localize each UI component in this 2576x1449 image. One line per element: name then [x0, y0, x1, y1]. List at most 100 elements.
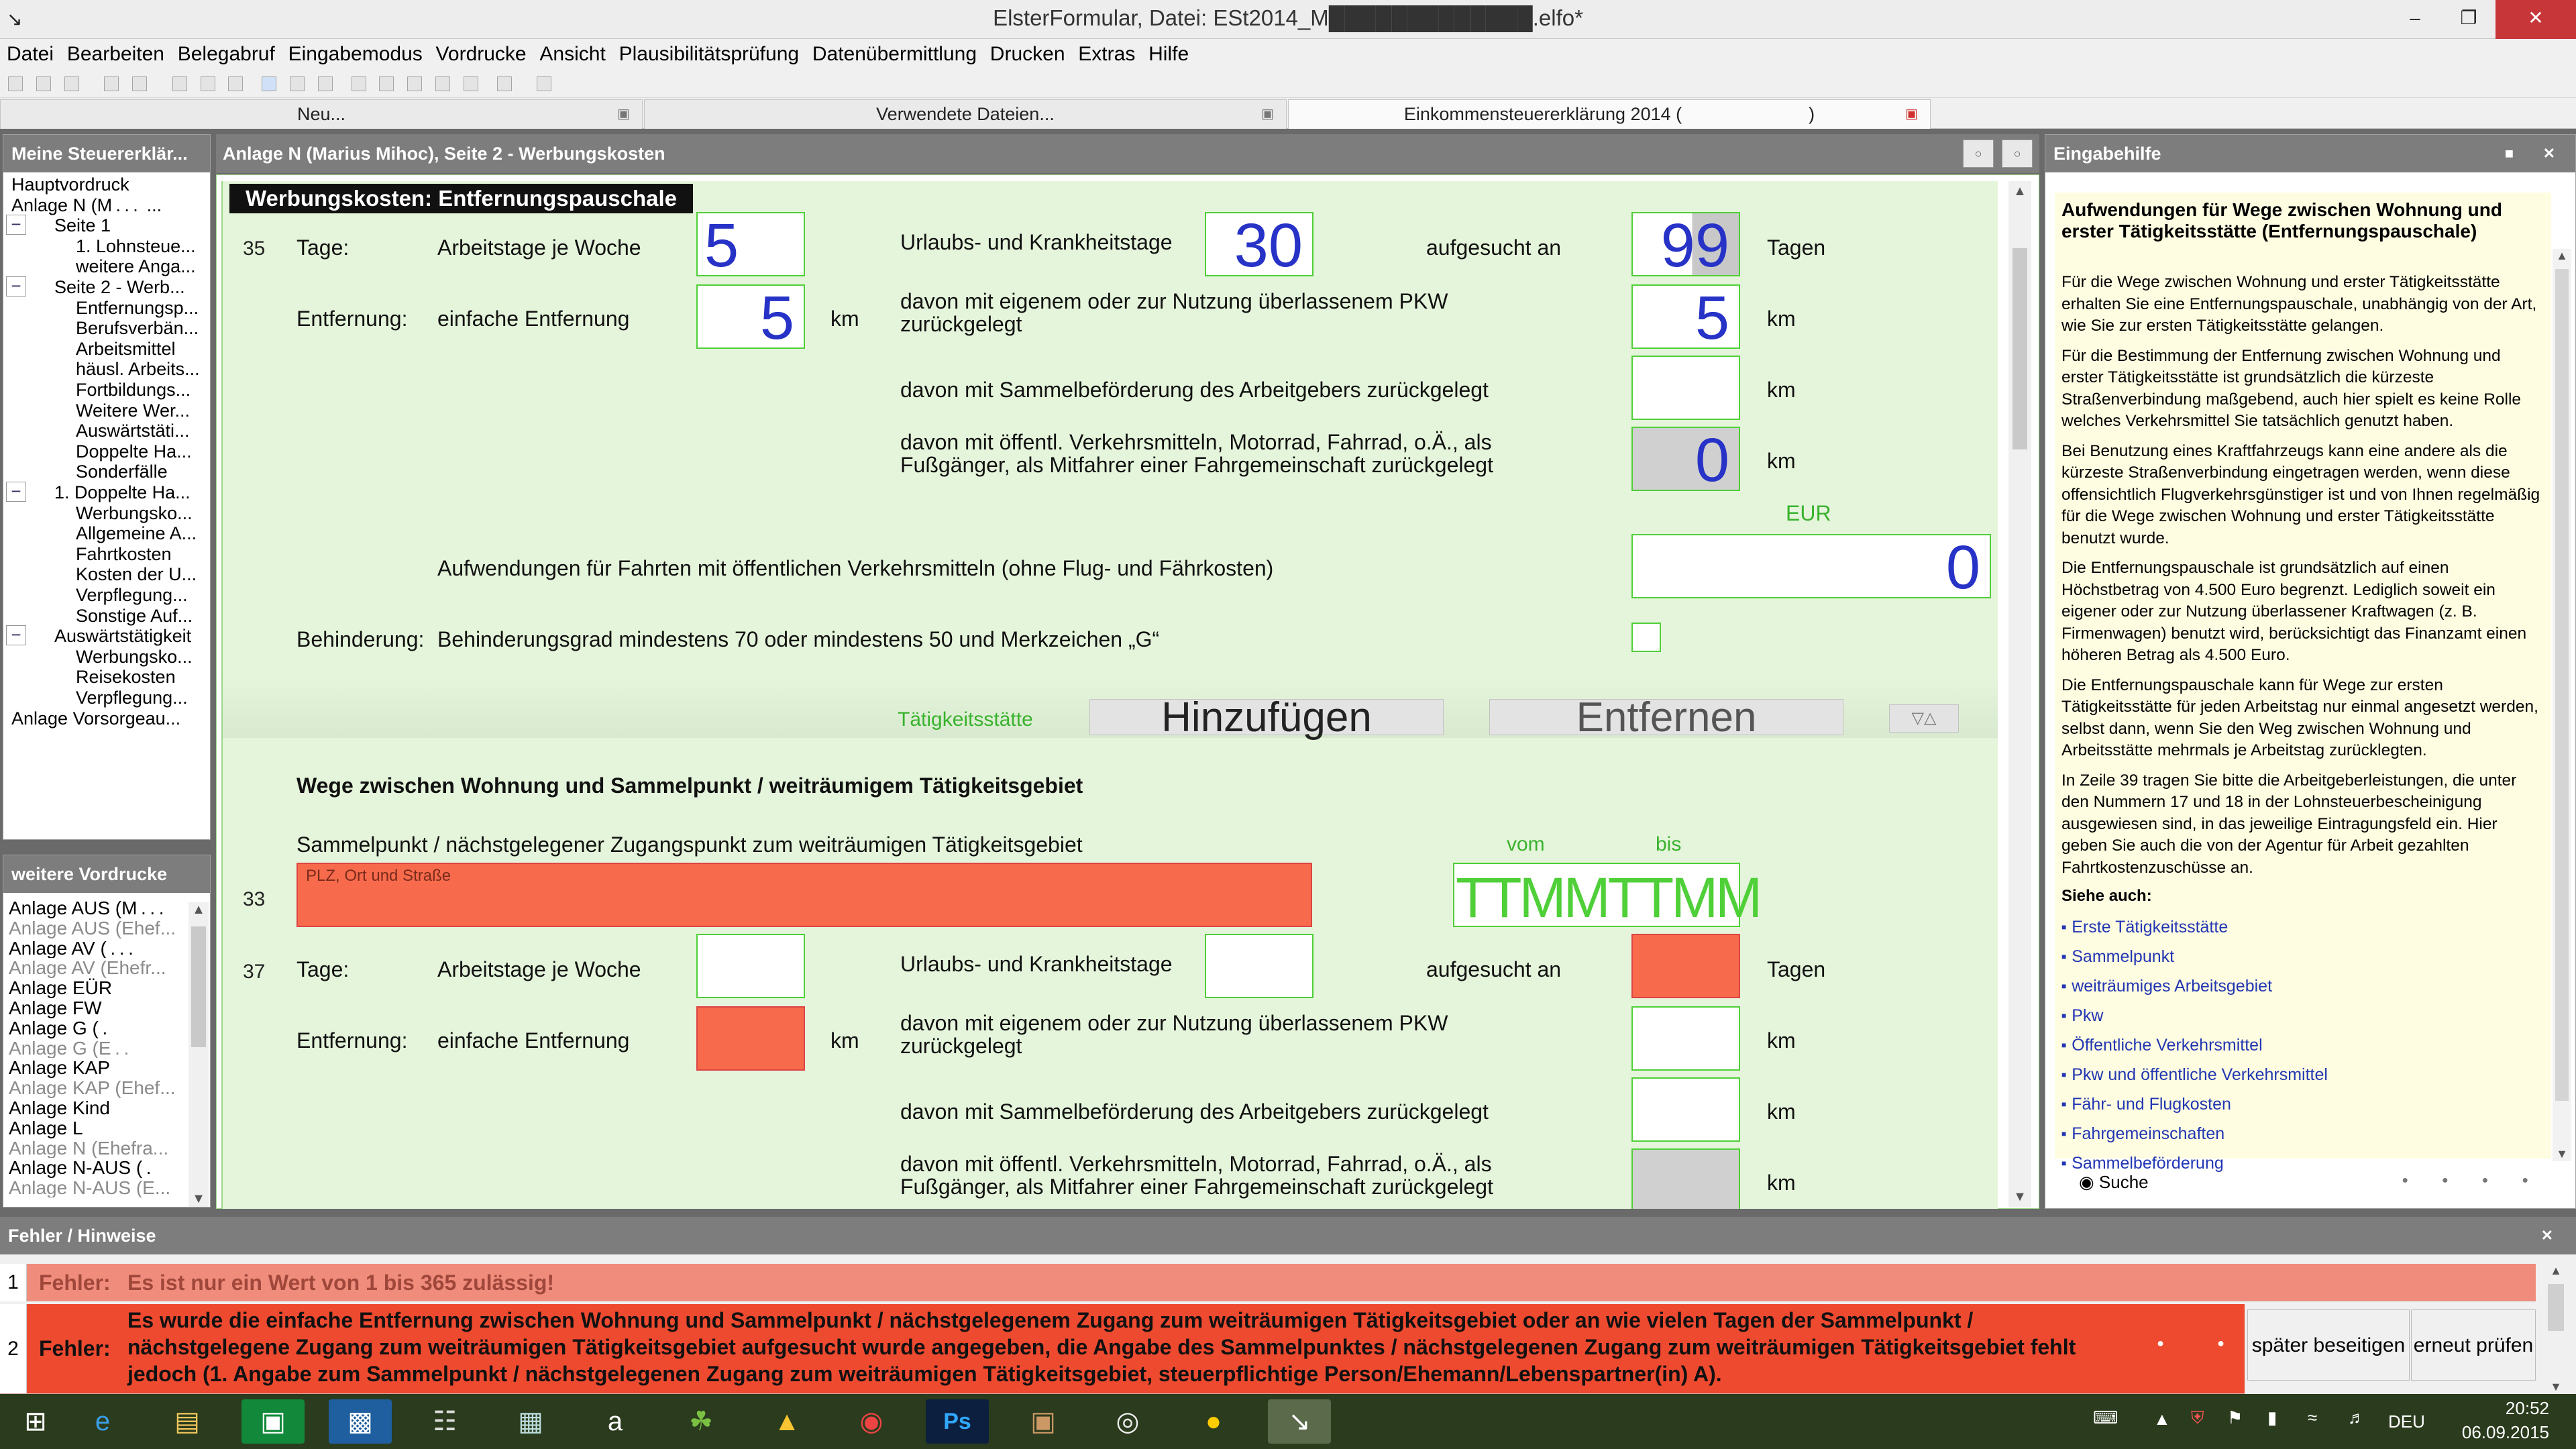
tree-item[interactable]: Weitere Wer... [76, 401, 190, 420]
tree-item[interactable]: weitere Anga... [76, 257, 196, 276]
tree-item[interactable]: Fortbildungs... [76, 380, 191, 399]
tree-item[interactable]: Seite 2 - Werb... [54, 278, 185, 297]
zoom-icon[interactable] [317, 76, 333, 91]
tree-item[interactable]: Auswärtstäti... [76, 421, 190, 440]
tree-item[interactable]: Sonderfälle [76, 462, 168, 481]
date-range-field[interactable]: TTMMTTMM [1453, 863, 1762, 927]
menu-eingabemodus[interactable]: Eingabemodus [282, 39, 423, 70]
remote-desktop-icon[interactable]: ▩ [329, 1399, 392, 1444]
calculator-icon[interactable]: ☷ [413, 1399, 476, 1444]
new-file-icon[interactable] [8, 76, 23, 91]
form-list-item[interactable]: Anlage AV (Ehefr... [3, 958, 187, 978]
aufgesucht-field-2[interactable] [1631, 934, 1740, 998]
wifi-icon[interactable]: ≈ [2308, 1407, 2317, 1428]
form-list-item[interactable]: Anlage G (E . . [3, 1038, 187, 1059]
help-link[interactable]: Fahrgemeinschaften [2061, 1120, 2544, 1150]
menu-datei[interactable]: Datei [0, 39, 54, 70]
send-icon[interactable] [379, 76, 394, 91]
hinzufuegen-button[interactable]: Hinzufügen [1089, 697, 1444, 739]
chrome-icon[interactable]: ◉ [840, 1399, 903, 1444]
help-link[interactable]: Sammelpunkt [2061, 943, 2544, 973]
tree-item[interactable]: Anlage N (M . . . ... [11, 196, 162, 215]
google-drive-icon[interactable]: ▲ [755, 1399, 818, 1444]
store-icon[interactable]: ▣ [241, 1399, 305, 1444]
scroll-thumb[interactable] [2555, 269, 2569, 1101]
flag-icon[interactable]: ⚑ [2227, 1407, 2243, 1428]
errors-scrollbar[interactable]: ▲ ▼ [2542, 1264, 2569, 1394]
help-close-icon[interactable]: ✕ [2543, 135, 2555, 172]
oeffentl-field[interactable]: 0 [1631, 427, 1740, 492]
error-expand-icon[interactable]: ● [2157, 1336, 2164, 1350]
urlaub-field-2[interactable] [1205, 934, 1313, 998]
winrar-icon[interactable]: ▣ [1012, 1399, 1075, 1444]
pkw-field-2[interactable] [1631, 1006, 1740, 1071]
tree-item[interactable]: Anlage Vorsorgeau... [11, 709, 180, 728]
form-scrollbar[interactable]: ▲ ▼ [2008, 181, 2031, 1208]
aufgesucht-field[interactable]: 99 [1631, 212, 1740, 278]
menu-bearbeiten[interactable]: Bearbeiten [60, 39, 164, 70]
scroll-down-icon[interactable]: ▼ [2542, 1380, 2569, 1394]
tree-item[interactable]: häusl. Arbeits... [76, 360, 200, 378]
save-icon[interactable] [104, 76, 119, 91]
print-preview-icon[interactable] [407, 76, 423, 91]
menu-plausibilitaet[interactable]: Plausibilitätsprüfung [612, 39, 800, 70]
tab-verwendete-dateien[interactable]: Verwendete Dateien... ▣ [644, 99, 1287, 129]
settings-icon[interactable] [463, 76, 478, 91]
scroll-up-icon[interactable]: ▲ [2542, 1264, 2569, 1278]
help-nav-icons[interactable]: ●●●● [2402, 1175, 2562, 1187]
tree-item[interactable]: Werbungsko... [76, 504, 193, 523]
tab-close-icon[interactable]: ▣ [1905, 100, 1918, 128]
windows-start-icon[interactable]: ⊞ [4, 1399, 67, 1444]
media-icon[interactable]: ● [1182, 1399, 1245, 1444]
tree-item[interactable]: Hauptvordruck [11, 175, 129, 194]
scroll-up-icon[interactable]: ▲ [189, 902, 209, 918]
copy-icon[interactable] [200, 76, 215, 91]
later-fix-button[interactable]: später beseitigen [2247, 1309, 2410, 1381]
battery-icon[interactable]: ▮ [2267, 1407, 2277, 1428]
antivirus-icon[interactable]: ⛨ [2191, 1407, 2204, 1429]
oeffentl-field-2[interactable] [1631, 1148, 1740, 1209]
scroll-thumb[interactable] [2548, 1284, 2564, 1331]
form-list-item[interactable]: Anlage KAP (Ehef... [3, 1078, 187, 1098]
print-icon[interactable] [435, 76, 450, 91]
form-list-item[interactable]: Anlage G ( . [3, 1018, 187, 1038]
einfache-entfernung-field[interactable]: 5 [696, 284, 805, 350]
tree-item[interactable]: Arbeitsmittel [76, 339, 176, 358]
language-indicator[interactable]: DEU [2388, 1411, 2425, 1432]
close-button[interactable]: ✕ [2496, 0, 2576, 39]
form-pin-icon[interactable]: ○ [1963, 140, 1994, 168]
tray-expand-icon[interactable]: ▲ [2153, 1409, 2171, 1430]
maximize-button[interactable]: ❐ [2442, 0, 2496, 39]
help-link[interactable]: weiträumiges Arbeitsgebiet [2061, 973, 2544, 1002]
tab-neu[interactable]: Neu... ▣ [0, 99, 643, 129]
file-explorer-icon[interactable]: ▤ [156, 1399, 219, 1444]
error-row[interactable]: 1 Fehler: Es ist nur ein Wert von 1 bis … [0, 1264, 2536, 1301]
tree-item[interactable]: Doppelte Ha... [76, 442, 192, 461]
tab-close-icon[interactable]: ▣ [1261, 100, 1274, 128]
tree-item[interactable]: Kosten der U... [76, 565, 197, 584]
tree-collapse-icon[interactable]: − [6, 625, 26, 646]
scroll-down-icon[interactable]: ▼ [2008, 1189, 2031, 1205]
form-list-item[interactable]: Anlage AUS (Ehef... [3, 918, 187, 938]
menu-vordrucke[interactable]: Vordrucke [429, 39, 527, 70]
menu-datenuebermittlung[interactable]: Datenübermittlung [806, 39, 977, 70]
help-link[interactable]: Erste Tätigkeitsstätte [2061, 914, 2544, 943]
help-link[interactable]: Pkw und öffentliche Verkehrsmittel [2061, 1061, 2544, 1091]
arbeitstage-field[interactable]: 5 [696, 212, 805, 278]
form-list-item[interactable]: Anlage L [3, 1118, 187, 1138]
view-list-icon[interactable] [290, 76, 305, 91]
help-scrollbar[interactable]: ▲ ▼ [2553, 249, 2571, 1161]
form-list-item[interactable]: Anlage KAP [3, 1058, 187, 1078]
volume-icon[interactable]: ♬ [2348, 1407, 2365, 1428]
errors-close-icon[interactable]: ✕ [2541, 1217, 2553, 1254]
scroll-thumb[interactable] [191, 926, 206, 1047]
keyboard-icon[interactable]: ⌨ [2093, 1407, 2118, 1428]
move-arrows-icon[interactable]: ▽△ [1889, 704, 1959, 733]
tree-collapse-icon[interactable]: − [6, 215, 26, 235]
save-as-icon[interactable] [132, 76, 148, 91]
tree-item[interactable]: 1. Lohnsteue... [76, 237, 196, 256]
tree-item[interactable]: Fahrtkosten [76, 545, 172, 564]
scroll-up-icon[interactable]: ▲ [2008, 184, 2031, 199]
error-row[interactable]: 2 Fehler: Es wurde die einfache Entfernu… [0, 1304, 2245, 1394]
refresh-icon[interactable] [537, 76, 552, 91]
